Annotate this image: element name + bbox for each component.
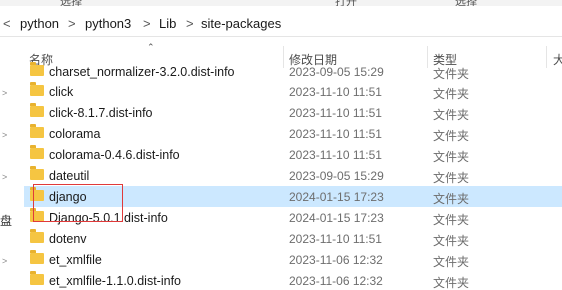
file-name: colorama-0.4.6.dist-info: [49, 148, 180, 162]
file-date: 2023-11-10 11:51: [289, 232, 382, 246]
ribbon-label[interactable]: 选择: [60, 0, 82, 6]
file-date: 2023-09-05 15:29: [289, 169, 384, 183]
file-date: 2023-11-06 12:32: [289, 253, 383, 267]
file-type: 文件夹: [433, 87, 470, 101]
breadcrumb-python3[interactable]: python3: [85, 16, 131, 31]
file-date: 2023-11-10 11:51: [289, 127, 382, 141]
folder-icon: [30, 208, 44, 222]
file-date: 2023-11-10 11:51: [289, 85, 382, 99]
folder-icon: [30, 124, 44, 138]
file-list: charset_normalizer-3.2.0.dist-info 2023-…: [0, 60, 562, 290]
file-name: click-8.1.7.dist-info: [49, 106, 153, 120]
breadcrumb-separator-icon[interactable]: >: [68, 16, 76, 31]
file-type: 文件夹: [433, 171, 470, 185]
breadcrumb-python[interactable]: python: [20, 16, 59, 31]
list-item[interactable]: dateutil 2023-09-05 15:29 文件夹: [24, 165, 562, 186]
list-item[interactable]: et_xmlfile 2023-11-06 12:32 文件夹: [24, 249, 562, 270]
list-item-selected[interactable]: django 2024-01-15 17:23 文件夹: [24, 186, 562, 207]
folder-icon: [30, 271, 44, 285]
ribbon-label[interactable]: 选择: [455, 0, 477, 6]
file-type: 文件夹: [433, 67, 470, 81]
file-date: 2024-01-15 17:23: [289, 190, 384, 204]
file-name: Django-5.0.1.dist-info: [49, 211, 168, 225]
list-item[interactable]: et_xmlfile-1.1.0.dist-info 2023-11-06 12…: [24, 270, 562, 290]
ribbon-strip: 选择 打开 选择: [0, 0, 562, 6]
file-type: 文件夹: [433, 129, 470, 143]
sort-up-icon: ⌃: [147, 42, 155, 52]
file-type: 文件夹: [433, 108, 470, 122]
folder-icon: [30, 250, 44, 264]
file-type: 文件夹: [433, 150, 470, 164]
file-date: 2023-11-10 11:51: [289, 106, 382, 120]
file-type: 文件夹: [433, 234, 470, 248]
ribbon-label[interactable]: 打开: [335, 0, 357, 6]
folder-icon: [30, 166, 44, 180]
file-name: et_xmlfile: [49, 253, 102, 267]
file-name: charset_normalizer-3.2.0.dist-info: [49, 65, 235, 79]
file-name: dateutil: [49, 169, 90, 183]
file-name: dotenv: [49, 232, 87, 246]
folder-icon: [30, 62, 44, 76]
address-bar[interactable]: < python > python3 > Lib > site-packages: [0, 10, 562, 37]
breadcrumb-separator-icon[interactable]: >: [186, 16, 194, 31]
list-item[interactable]: colorama 2023-11-10 11:51 文件夹: [24, 123, 562, 144]
folder-icon: [30, 229, 44, 243]
breadcrumb-separator-icon[interactable]: >: [143, 16, 151, 31]
file-name: django: [49, 190, 87, 204]
nav-chevron-icon[interactable]: <: [3, 16, 11, 31]
list-item[interactable]: click 2023-11-10 11:51 文件夹: [24, 81, 562, 102]
list-item[interactable]: Django-5.0.1.dist-info 2024-01-15 17:23 …: [24, 207, 562, 228]
breadcrumb-site-packages[interactable]: site-packages: [201, 16, 281, 31]
file-type: 文件夹: [433, 213, 470, 227]
folder-icon: [30, 187, 44, 201]
file-type: 文件夹: [433, 192, 470, 206]
list-item[interactable]: click-8.1.7.dist-info 2023-11-10 11:51 文…: [24, 102, 562, 123]
list-item[interactable]: charset_normalizer-3.2.0.dist-info 2023-…: [24, 61, 562, 82]
breadcrumb-lib[interactable]: Lib: [159, 16, 176, 31]
file-name: colorama: [49, 127, 101, 141]
file-name: click: [49, 85, 74, 99]
file-type: 文件夹: [433, 276, 470, 290]
file-date: 2024-01-15 17:23: [289, 211, 384, 225]
file-date: 2023-09-05 15:29: [289, 65, 384, 79]
file-name: et_xmlfile-1.1.0.dist-info: [49, 274, 182, 288]
folder-icon: [30, 103, 44, 117]
file-date: 2023-11-06 12:32: [289, 274, 383, 288]
folder-icon: [30, 82, 44, 96]
file-type: 文件夹: [433, 255, 470, 269]
file-date: 2023-11-10 11:51: [289, 148, 382, 162]
folder-icon: [30, 145, 44, 159]
list-item[interactable]: colorama-0.4.6.dist-info 2023-11-10 11:5…: [24, 144, 562, 165]
list-item[interactable]: dotenv 2023-11-10 11:51 文件夹: [24, 228, 562, 249]
